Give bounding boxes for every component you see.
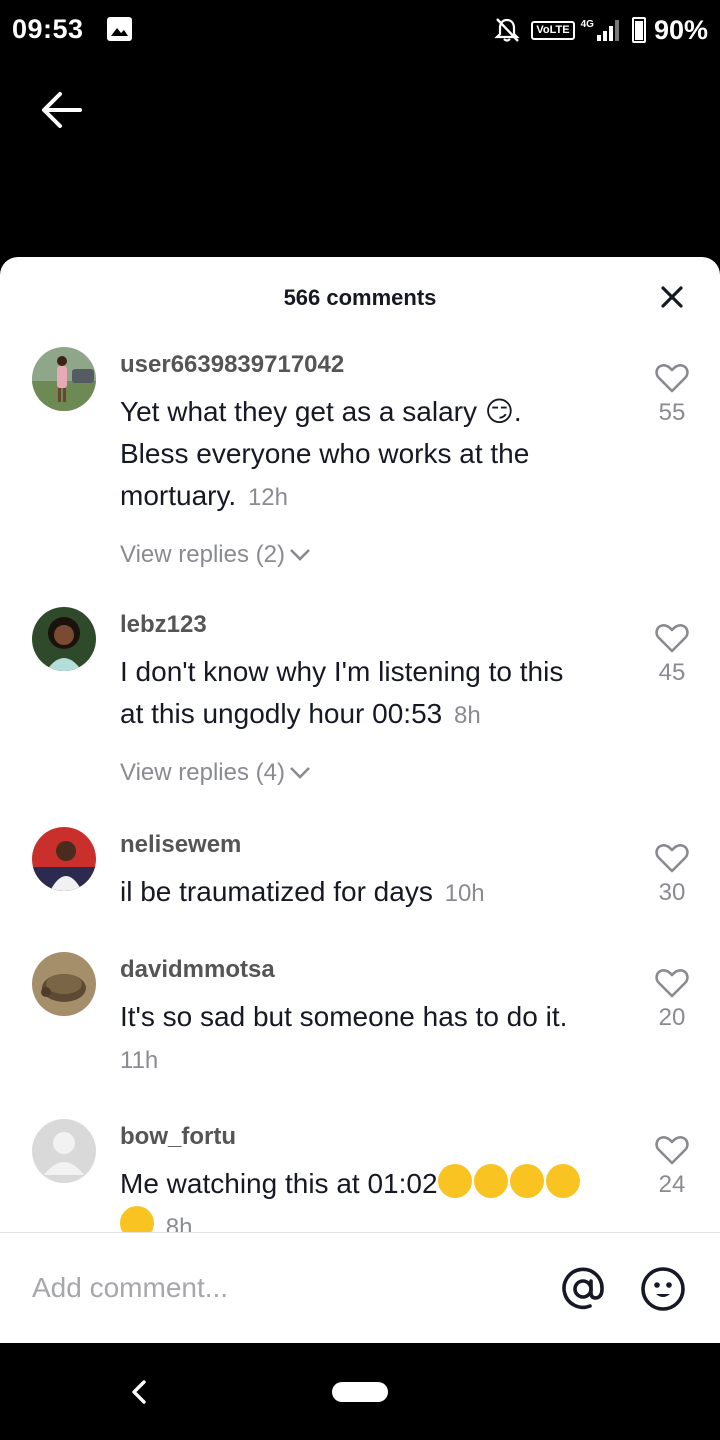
status-time: 09:53 [12, 14, 84, 44]
comment-text: It's so sad but someone has to do it. 11… [120, 996, 620, 1082]
comment-text: I don't know why I'm listening to this a… [120, 651, 620, 737]
comments-sheet: 566 comments user6639839717042 Yet what … [0, 257, 720, 1343]
sheet-header: 566 comments [0, 257, 720, 339]
view-replies-button[interactable]: View replies (2) [120, 541, 311, 569]
comment-text-line: Yet what they get as a salary 😏. [120, 396, 522, 427]
avatar[interactable] [32, 952, 96, 1016]
comment-time: 10h [444, 880, 485, 907]
pleading-face-emoji-icon [120, 1206, 154, 1232]
comment-input-bar [0, 1233, 720, 1343]
close-icon[interactable] [656, 281, 688, 313]
view-replies-label: View replies (4) [120, 759, 285, 786]
comment-text-line: il be traumatized for days [120, 876, 433, 907]
heart-icon [655, 968, 689, 998]
avatar[interactable] [32, 1119, 96, 1183]
status-bar: 09:53 VoLTE 4G 90% [0, 0, 720, 62]
heart-icon [655, 1135, 689, 1165]
comment-time: 12h [247, 484, 288, 511]
comment-text-line: It's so sad but someone has to do it. [120, 1001, 568, 1032]
comment-username[interactable]: nelisewem [120, 831, 241, 859]
add-comment-input[interactable] [32, 1263, 532, 1313]
emoji-icon[interactable] [640, 1266, 686, 1312]
comment-count-title: 566 comments [283, 285, 437, 310]
comment-item: nelisewem il be traumatized for days 10h… [0, 819, 720, 944]
comment-text-line: Me watching this at 01:02 [120, 1168, 438, 1199]
like-count: 55 [658, 399, 686, 426]
comment-item: user6639839717042 Yet what they get as a… [0, 339, 720, 599]
comment-item: lebz123 I don't know why I'm listening t… [0, 599, 720, 819]
pleading-face-emoji-icon [437, 1164, 472, 1198]
comment-username[interactable]: user6639839717042 [120, 351, 344, 379]
like-count: 30 [658, 879, 686, 906]
comment-text-line: Bless everyone who works at the [120, 438, 530, 469]
avatar[interactable] [32, 827, 96, 891]
nav-back-icon[interactable] [128, 1379, 150, 1405]
comment-text-line: I don't know why I'm listening to this [120, 656, 564, 687]
chevron-down-icon [290, 767, 310, 779]
mention-at-icon[interactable] [560, 1266, 606, 1312]
comment-username[interactable]: bow_fortu [120, 1123, 236, 1151]
comment-text: il be traumatized for days 10h [120, 871, 620, 915]
view-replies-label: View replies (2) [120, 541, 285, 568]
status-icons: VoLTE 4G 90% [493, 14, 708, 46]
avatar[interactable] [32, 607, 96, 671]
comment-item: bow_fortu Me watching this at 01:02 8h 2… [0, 1111, 720, 1232]
view-replies-button[interactable]: View replies (4) [120, 759, 311, 787]
like-count: 20 [658, 1004, 686, 1031]
volte-badge: VoLTE [531, 20, 575, 40]
heart-icon [655, 843, 689, 873]
pleading-face-emoji-icon [509, 1164, 544, 1198]
comment-text: Yet what they get as a salary 😏. Bless e… [120, 391, 620, 519]
comment-time: 8h [165, 1214, 193, 1232]
avatar[interactable] [32, 347, 96, 411]
like-button[interactable]: 45 [640, 623, 704, 687]
nav-home-pill[interactable] [332, 1382, 388, 1402]
gallery-notification-icon [107, 17, 132, 41]
like-button[interactable]: 30 [640, 843, 704, 907]
like-button[interactable]: 55 [640, 363, 704, 427]
network-type: 4G [580, 18, 594, 30]
like-button[interactable]: 24 [640, 1135, 704, 1199]
pleading-face-emoji-icon [473, 1164, 508, 1198]
back-arrow-icon[interactable] [38, 88, 86, 132]
comment-time: 8h [454, 702, 481, 729]
pleading-face-emoji-icon [545, 1164, 580, 1198]
comment-text: Me watching this at 01:02 8h [120, 1163, 620, 1232]
like-count: 24 [658, 1171, 686, 1198]
comment-text-line: mortuary. [120, 480, 237, 511]
heart-icon [655, 363, 689, 393]
battery-percent: 90% [653, 14, 708, 45]
comment-time: 11h [120, 1047, 159, 1074]
heart-icon [655, 623, 689, 653]
like-count: 45 [658, 659, 686, 686]
bell-muted-icon [494, 18, 521, 42]
comment-username[interactable]: lebz123 [120, 611, 207, 639]
comment-item: davidmmotsa It's so sad but someone has … [0, 944, 720, 1111]
chevron-down-icon [290, 549, 310, 561]
comment-username[interactable]: davidmmotsa [120, 956, 275, 984]
comment-text-line: at this ungodly hour 00:53 [120, 698, 443, 729]
signal-icon [596, 20, 619, 41]
like-button[interactable]: 20 [640, 968, 704, 1032]
battery-icon [631, 17, 646, 43]
comment-list[interactable]: user6639839717042 Yet what they get as a… [0, 339, 720, 1232]
